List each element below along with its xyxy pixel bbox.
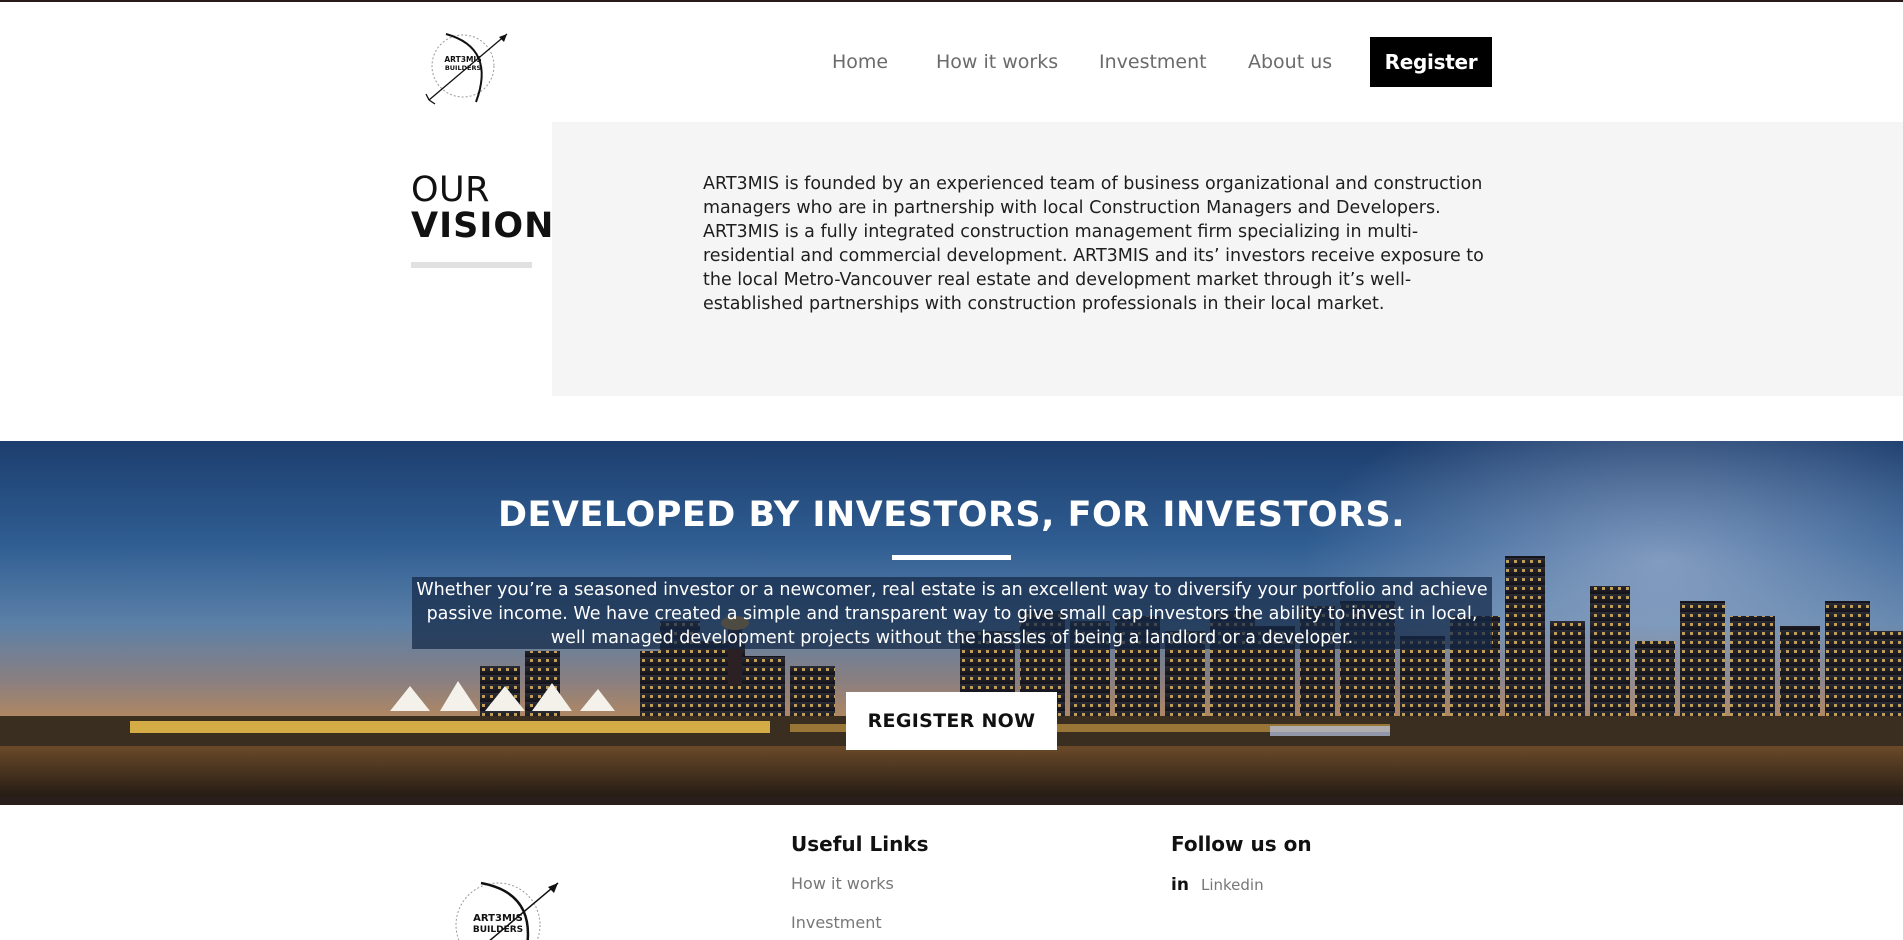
site-footer: ART3MIS BUILDERS Useful Links How it wor… [0,805,1903,940]
vision-title-line1: OUR [411,170,490,210]
linkedin-icon[interactable]: in [1171,875,1189,895]
footer-link-investment[interactable]: Investment [791,913,882,932]
vision-title-line2: VISION [411,206,555,246]
hero-description: Whether you’re a seasoned investor or a … [412,577,1492,649]
nav-investment[interactable]: Investment [1099,36,1207,88]
follow-us-title: Follow us on [1171,832,1312,856]
vision-description: ART3MIS is founded by an experienced tea… [703,174,1484,314]
svg-text:ART3MIS: ART3MIS [473,913,523,924]
footer-link-how-it-works[interactable]: How it works [791,874,894,893]
useful-links-title: Useful Links [791,832,929,856]
hero-heading-light: DEVELOPED BY INVESTORS, [497,495,1068,535]
hero-underline [892,555,1011,560]
hero-heading-bold: FOR INVESTORS. [1067,495,1406,535]
svg-text:BUILDERS: BUILDERS [473,925,523,935]
investors-hero: DEVELOPED BY INVESTORS, FOR INVESTORS. W… [0,441,1903,805]
vision-title: OUR VISION [411,172,554,244]
svg-text:ART3MIS: ART3MIS [444,55,481,64]
site-logo[interactable]: ART3MIS BUILDERS [421,28,511,108]
nav-about-us[interactable]: About us [1248,36,1332,88]
bow-arrow-logo-icon: ART3MIS BUILDERS [425,33,508,105]
footer-logo[interactable]: ART3MIS BUILDERS [446,875,566,940]
bow-arrow-logo-icon: ART3MIS BUILDERS [455,881,559,940]
vision-underline [411,262,532,268]
site-header: ART3MIS BUILDERS Home How it works Inves… [0,0,1903,122]
footer-link-linkedin[interactable]: Linkedin [1201,876,1264,894]
svg-text:BUILDERS: BUILDERS [445,64,482,72]
hero-heading: DEVELOPED BY INVESTORS, FOR INVESTORS. [0,495,1903,535]
nav-how-it-works[interactable]: How it works [936,36,1058,88]
nav-home[interactable]: Home [832,36,888,88]
register-now-button[interactable]: REGISTER NOW [846,692,1057,750]
register-button[interactable]: Register [1370,37,1492,87]
